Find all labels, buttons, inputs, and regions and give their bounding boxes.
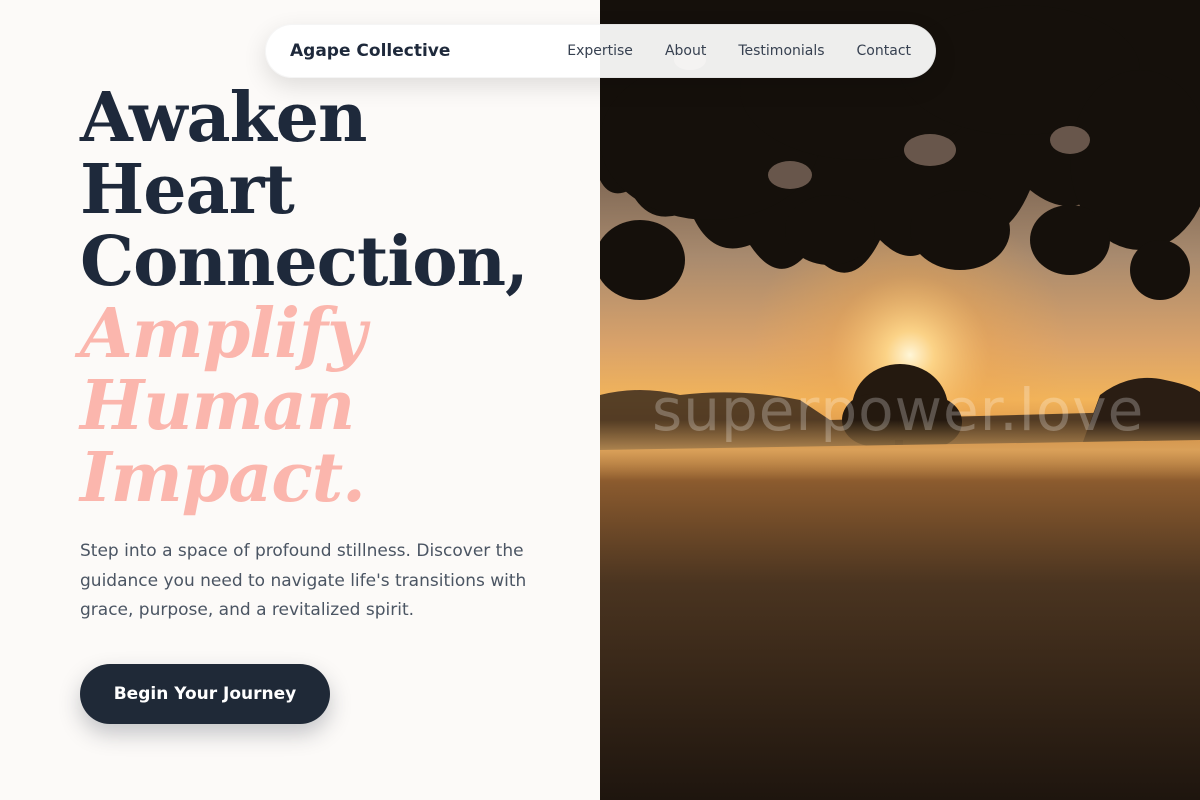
accent-line-2: Human [80, 366, 355, 446]
accent-line-3: Impact. [80, 438, 366, 518]
hero-headline: Awaken Heart Connection, Amplify Human I… [80, 78, 529, 518]
hero-subtitle: Step into a space of profound stillness.… [80, 541, 527, 620]
accent-line-1: Amplify [80, 294, 367, 374]
hero-left-pane: Awaken Heart Connection, Amplify Human I… [0, 0, 600, 800]
headline-line-1: Awaken [80, 78, 367, 158]
headline-line-3: Connection, [80, 222, 529, 302]
headline-line-2: Heart [80, 150, 295, 230]
begin-journey-button[interactable]: Begin Your Journey [80, 664, 330, 724]
nav-link-testimonials[interactable]: Testimonials [738, 43, 824, 59]
nav-link-contact[interactable]: Contact [857, 43, 911, 59]
hero-photo: superpower.love [600, 0, 1200, 800]
watermark-text: superpower.love [652, 376, 1145, 444]
nav-link-about[interactable]: About [665, 43, 706, 59]
nav-link-expertise[interactable]: Expertise [567, 43, 633, 59]
top-navigation: Agape Collective Expertise About Testimo… [265, 24, 936, 78]
nav-links: Expertise About Testimonials Contact [567, 25, 911, 77]
brand-logo-text[interactable]: Agape Collective [290, 25, 450, 77]
